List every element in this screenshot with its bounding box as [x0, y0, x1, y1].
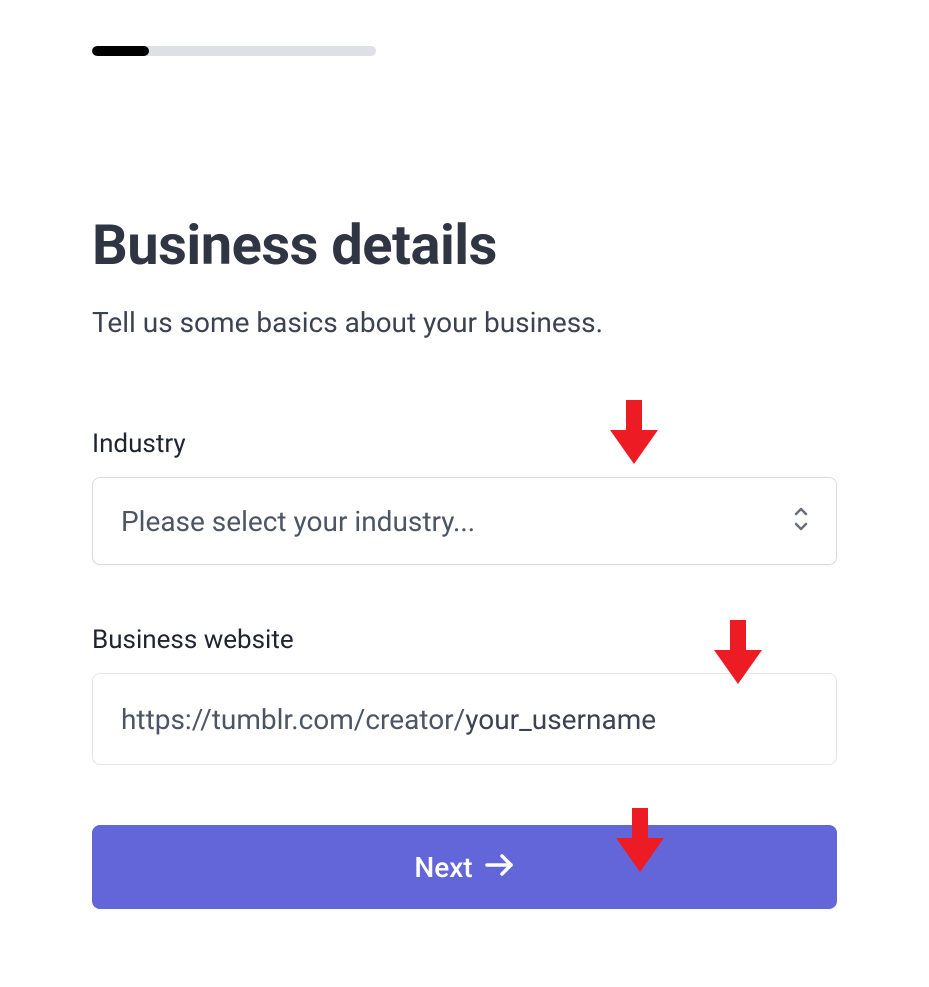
industry-select[interactable]: Please select your industry...	[92, 477, 837, 565]
progress-bar	[92, 46, 376, 56]
website-url-suffix: your_username	[465, 703, 656, 736]
industry-label: Industry	[92, 429, 837, 459]
page-title: Business details	[92, 212, 837, 278]
industry-select-placeholder: Please select your industry...	[121, 505, 475, 538]
page-subtitle: Tell us some basics about your business.	[92, 306, 837, 339]
arrow-right-icon	[485, 851, 515, 884]
next-button[interactable]: Next	[92, 825, 837, 909]
progress-fill	[92, 46, 149, 56]
website-url-prefix: https://tumblr.com/creator/	[121, 703, 465, 736]
website-input[interactable]: https://tumblr.com/creator/your_username	[92, 673, 837, 765]
website-label: Business website	[92, 625, 837, 655]
next-button-label: Next	[414, 851, 472, 884]
